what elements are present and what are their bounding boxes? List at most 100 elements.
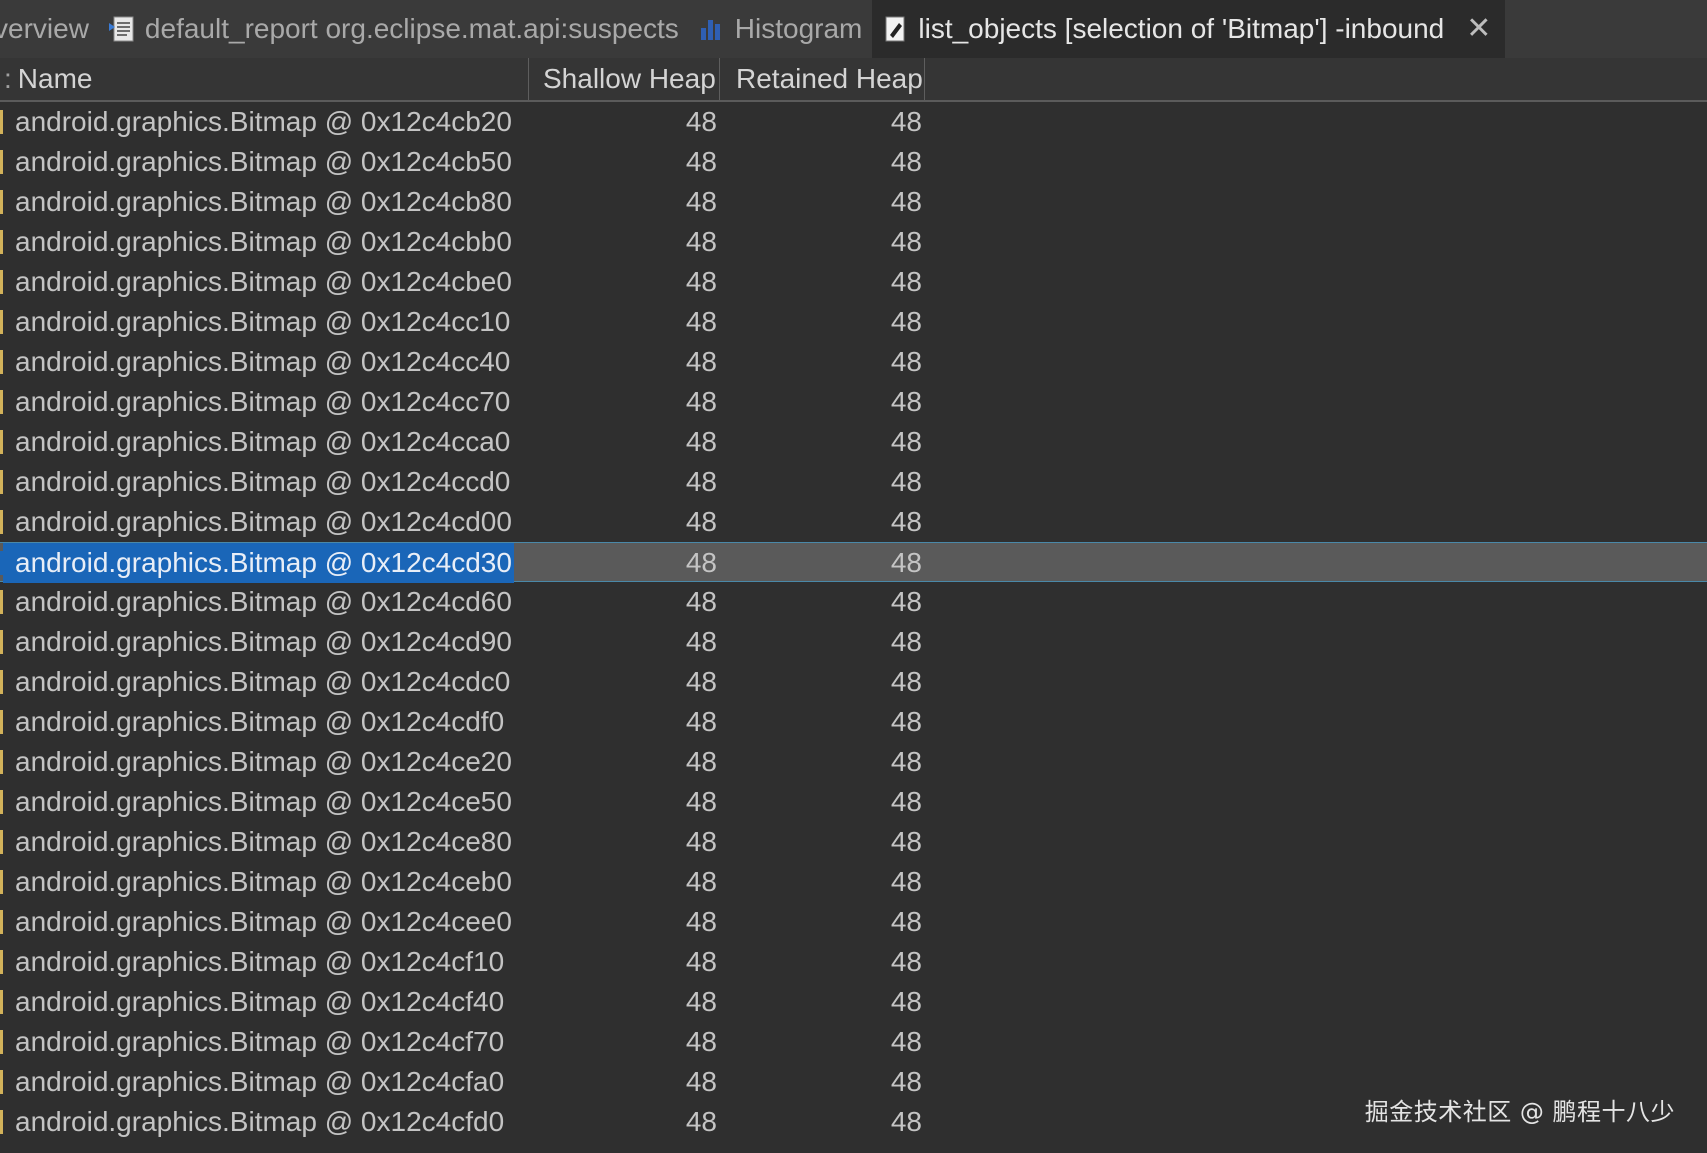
cell-retained-heap: 48 (890, 1106, 922, 1137)
cell-object-name: android.graphics.Bitmap @ 0x12c4cd30 (3, 543, 514, 583)
object-icon (0, 230, 3, 254)
table-row[interactable]: android.graphics.Bitmap @ 0x12c4cd60 48 48 (0, 582, 1707, 622)
table-row[interactable]: android.graphics.Bitmap @ 0x12c4cee0 48 48 (0, 902, 1707, 942)
cell-retained-heap: 48 (890, 746, 922, 777)
tab-list-objects-label: list_objects [selection of 'Bitmap'] -in… (918, 13, 1445, 44)
object-icon (0, 1070, 3, 1094)
object-icon (0, 670, 3, 694)
tab-list-objects[interactable]: list_objects [selection of 'Bitmap'] -in… (872, 0, 1506, 58)
cell-retained-heap: 48 (890, 706, 922, 737)
cell-object-name: android.graphics.Bitmap @ 0x12c4cc40 (15, 346, 511, 377)
table-row[interactable]: android.graphics.Bitmap @ 0x12c4cf70 48 48 (0, 1022, 1707, 1062)
tab-default-report[interactable]: default_report org.eclipse.mat.api:suspe… (99, 0, 689, 58)
object-icon (0, 630, 3, 654)
close-icon[interactable]: ✕ (1466, 14, 1491, 44)
table-row[interactable]: android.graphics.Bitmap @ 0x12c4cd30 48 48 (0, 542, 1707, 583)
cell-retained-heap: 48 (890, 346, 922, 377)
column-header-shallow-heap[interactable]: Shallow Heap (529, 58, 720, 100)
cell-object-name: android.graphics.Bitmap @ 0x12c4cca0 (15, 426, 511, 457)
tab-histogram[interactable]: Histogram (689, 0, 873, 58)
table-row[interactable]: android.graphics.Bitmap @ 0x12c4cc10 48 48 (0, 302, 1707, 342)
object-icon (0, 870, 3, 894)
table-row[interactable]: android.graphics.Bitmap @ 0x12c4cb80 48 48 (0, 182, 1707, 222)
object-icon (0, 310, 3, 334)
column-header-name[interactable]: : Name (0, 58, 529, 100)
cell-shallow-heap: 48 (685, 106, 717, 137)
cell-retained-heap: 48 (890, 226, 922, 257)
object-icon (0, 750, 3, 774)
cell-object-name: android.graphics.Bitmap @ 0x12c4ce80 (15, 826, 512, 857)
column-header-retained-label: Retained Heap (736, 63, 923, 94)
cell-object-name: android.graphics.Bitmap @ 0x12c4cbe0 (15, 266, 512, 297)
table-row[interactable]: android.graphics.Bitmap @ 0x12c4ce20 48 48 (0, 742, 1707, 782)
cell-shallow-heap: 48 (685, 426, 717, 457)
tab-default-report-label: default_report org.eclipse.mat.api:suspe… (144, 13, 679, 44)
cell-object-name: android.graphics.Bitmap @ 0x12c4cfa0 (15, 1066, 505, 1097)
cell-object-name: android.graphics.Bitmap @ 0x12c4cb80 (15, 186, 512, 217)
table-row[interactable]: android.graphics.Bitmap @ 0x12c4cf10 48 48 (0, 942, 1707, 982)
object-icon (0, 510, 3, 534)
table-row[interactable]: android.graphics.Bitmap @ 0x12c4cbe0 48 48 (0, 262, 1707, 302)
table-row[interactable]: android.graphics.Bitmap @ 0x12c4ceb0 48 48 (0, 862, 1707, 902)
cell-retained-heap: 48 (890, 666, 922, 697)
report-icon (107, 14, 137, 44)
cell-object-name: android.graphics.Bitmap @ 0x12c4cd90 (15, 626, 512, 657)
cell-retained-heap: 48 (890, 826, 922, 857)
watermark: 掘金技术社区 @ 鹏程十八少 (1364, 1098, 1675, 1126)
cell-retained-heap: 48 (890, 986, 922, 1017)
object-icon (0, 150, 3, 174)
cell-object-name: android.graphics.Bitmap @ 0x12c4cdf0 (15, 706, 505, 737)
cell-retained-heap: 48 (890, 1066, 922, 1097)
cell-retained-heap: 48 (890, 106, 922, 137)
object-icon (0, 830, 3, 854)
cell-retained-heap: 48 (890, 946, 922, 977)
cell-shallow-heap: 48 (685, 306, 717, 337)
table-row[interactable]: android.graphics.Bitmap @ 0x12c4cdc0 48 48 (0, 662, 1707, 702)
table-row[interactable]: android.graphics.Bitmap @ 0x12c4cc40 48 48 (0, 342, 1707, 382)
tab-histogram-label: Histogram (734, 13, 863, 44)
table-row[interactable]: android.graphics.Bitmap @ 0x12c4ccd0 48 48 (0, 462, 1707, 502)
column-header-retained-heap[interactable]: Retained Heap (720, 58, 925, 100)
cell-shallow-heap: 48 (685, 626, 717, 657)
cell-object-name: android.graphics.Bitmap @ 0x12c4ce20 (15, 746, 512, 777)
table-row[interactable]: android.graphics.Bitmap @ 0x12c4cbb0 48 48 (0, 222, 1707, 262)
object-icon (0, 190, 3, 214)
table-row[interactable]: android.graphics.Bitmap @ 0x12c4cc70 48 48 (0, 382, 1707, 422)
cell-retained-heap: 48 (890, 466, 922, 497)
table-row[interactable]: android.graphics.Bitmap @ 0x12c4cd90 48 48 (0, 622, 1707, 662)
cell-retained-heap: 48 (890, 426, 922, 457)
table-row[interactable]: android.graphics.Bitmap @ 0x12c4ce50 48 48 (0, 782, 1707, 822)
column-header-lead: : (4, 63, 12, 94)
cell-shallow-heap: 48 (685, 586, 717, 617)
cell-retained-heap: 48 (890, 547, 922, 578)
table-row[interactable]: android.graphics.Bitmap @ 0x12c4cdf0 48 48 (0, 702, 1707, 742)
table-row[interactable]: android.graphics.Bitmap @ 0x12c4cf40 48 48 (0, 982, 1707, 1022)
cell-shallow-heap: 48 (685, 786, 717, 817)
table-row[interactable]: android.graphics.Bitmap @ 0x12c4ce80 48 48 (0, 822, 1707, 862)
cell-shallow-heap: 48 (685, 186, 717, 217)
object-icon (0, 990, 3, 1014)
object-icon (0, 950, 3, 974)
cell-shallow-heap: 48 (685, 346, 717, 377)
cell-object-name: android.graphics.Bitmap @ 0x12c4cc70 (15, 386, 511, 417)
cell-retained-heap: 48 (890, 386, 922, 417)
object-list-table[interactable]: android.graphics.Bitmap @ 0x12c4cb20 48 48… (0, 102, 1707, 1153)
table-row[interactable]: android.graphics.Bitmap @ 0x12c4cb20 48 48 (0, 102, 1707, 142)
tab-overview[interactable]: verview (0, 0, 99, 58)
cell-object-name: android.graphics.Bitmap @ 0x12c4cee0 (15, 906, 512, 937)
histogram-icon (697, 14, 727, 44)
object-icon (0, 430, 3, 454)
cell-retained-heap: 48 (890, 146, 922, 177)
editor-tab-bar: verview default_report org.eclipse.mat.a… (0, 0, 1707, 58)
cell-retained-heap: 48 (890, 266, 922, 297)
query-icon (880, 14, 910, 44)
tab-overview-label: verview (0, 13, 89, 44)
object-icon (0, 270, 3, 294)
cell-shallow-heap: 48 (685, 547, 717, 578)
cell-object-name: android.graphics.Bitmap @ 0x12c4ceb0 (15, 866, 512, 897)
table-row[interactable]: android.graphics.Bitmap @ 0x12c4cca0 48 48 (0, 422, 1707, 462)
table-row[interactable]: android.graphics.Bitmap @ 0x12c4cd00 48 48 (0, 502, 1707, 542)
cell-shallow-heap: 48 (685, 706, 717, 737)
table-row[interactable]: android.graphics.Bitmap @ 0x12c4cb50 48 48 (0, 142, 1707, 182)
object-icon (0, 1030, 3, 1054)
